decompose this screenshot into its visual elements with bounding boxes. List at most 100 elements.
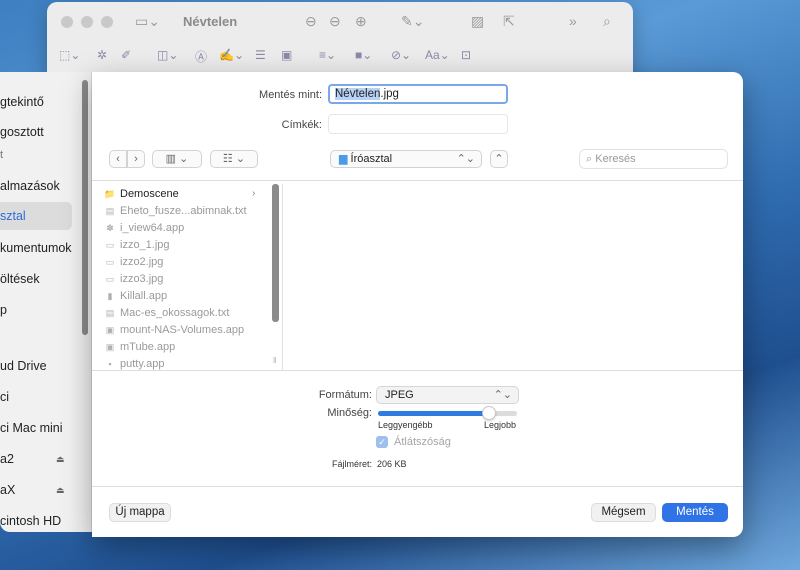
- file-icon: ▭: [105, 240, 115, 250]
- file-list-scrollbar[interactable]: [272, 184, 279, 322]
- file-row: ✽ i_view64.app: [104, 220, 184, 237]
- markup-pen-icon[interactable]: ✎⌄: [401, 13, 424, 30]
- close-window-button[interactable]: [61, 16, 73, 28]
- adjust-color-icon[interactable]: ☰: [255, 48, 266, 62]
- zoom-in-icon[interactable]: ⊕: [355, 13, 367, 30]
- zoom-window-button[interactable]: [101, 16, 113, 28]
- markup-toolbar: ⬚⌄ ✲ ✐ ◫⌄ Ⓐ ✍⌄ ☰ ▣ ≡⌄ ■⌄ ⊘⌄ Aa⌄ ⊡: [57, 48, 617, 70]
- adjust-size-icon[interactable]: ▣: [281, 48, 292, 62]
- sidebar-item-desktop[interactable]: sztal: [0, 202, 72, 230]
- file-icon: ▮: [107, 291, 113, 301]
- selection-tool-icon[interactable]: ⬚⌄: [59, 48, 80, 62]
- sidebar-item-downloads[interactable]: öltések: [0, 265, 72, 293]
- sidebar-item-applications[interactable]: almazások: [0, 172, 72, 200]
- file-icon: ▤: [105, 206, 115, 216]
- column-divider: [282, 184, 283, 370]
- quality-slider-fill: [378, 411, 490, 416]
- column-view-button[interactable]: ▥ ⌄: [152, 150, 202, 168]
- file-icon: ✽: [106, 223, 114, 233]
- divider: [92, 180, 743, 181]
- chevron-right-icon: ›: [252, 188, 256, 199]
- sidebar-item-macintosh-hd[interactable]: cintosh HD: [0, 507, 72, 535]
- sidebar-item-app[interactable]: p: [0, 296, 72, 324]
- file-icon: ▣: [105, 342, 115, 352]
- file-row: ▣ mTube.app: [104, 339, 176, 356]
- zoom-fit-icon[interactable]: ⊖: [305, 13, 317, 30]
- note-icon[interactable]: ⊡: [461, 48, 471, 62]
- new-folder-button[interactable]: Új mappa: [109, 503, 171, 522]
- location-label: Íróasztal: [350, 153, 393, 165]
- folder-icon: 📁: [104, 189, 116, 199]
- format-value: JPEG: [385, 389, 414, 401]
- search-icon: ⌕: [586, 153, 593, 165]
- border-color-icon[interactable]: ■⌄: [355, 48, 372, 62]
- file-name: Mac-es_okossagok.txt: [120, 307, 230, 319]
- sketch-icon[interactable]: ✐: [121, 48, 131, 62]
- file-row: ▭ izzo3.jpg: [104, 271, 164, 288]
- divider: [92, 370, 743, 371]
- file-row: ▭ izzo2.jpg: [104, 254, 164, 271]
- filename-selection: Névtelen: [335, 88, 381, 100]
- line-style-icon[interactable]: ≡⌄: [319, 48, 336, 62]
- text-style-icon[interactable]: Aa⌄: [425, 48, 450, 62]
- sidebar-item-shared[interactable]: gosztott: [0, 118, 72, 146]
- save-panel-sidebar: gtekintő gosztott t almazások sztal kume…: [0, 72, 92, 532]
- file-icon: ▭: [105, 274, 115, 284]
- group-view-button[interactable]: ☷ ⌄: [210, 150, 258, 168]
- location-popup[interactable]: ▆ Íróasztal ⌃⌄: [330, 150, 482, 168]
- search-icon[interactable]: ⌕: [603, 13, 611, 30]
- file-name: i_view64.app: [120, 222, 185, 234]
- chevron-updown-icon: ⌃⌄: [493, 389, 512, 401]
- save-as-input[interactable]: Névtelen.jpg: [328, 84, 508, 104]
- minimize-window-button[interactable]: [81, 16, 93, 28]
- sidebar-toggle-icon[interactable]: ▭⌄: [135, 13, 160, 30]
- file-icon: ▣: [105, 325, 115, 335]
- sidebar-item-mac-mini[interactable]: ci Mac mini: [0, 414, 72, 442]
- sidebar-item-location-1[interactable]: ci: [0, 383, 72, 411]
- quality-slider-knob[interactable]: [482, 406, 497, 420]
- alpha-checkbox[interactable]: ✓: [376, 436, 388, 448]
- zoom-out-icon[interactable]: ⊖: [329, 13, 341, 30]
- save-dialog: Mentés mint: Névtelen.jpg Címkék: ‹ › ▥ …: [92, 72, 743, 537]
- eject-icon[interactable]: ⏏: [56, 454, 65, 465]
- text-tool-icon[interactable]: Ⓐ: [195, 48, 207, 65]
- tags-input[interactable]: [328, 114, 508, 134]
- chevron-updown-icon: ⌃⌄: [456, 153, 475, 165]
- instant-alpha-icon[interactable]: ✲: [97, 48, 107, 62]
- file-name: mount-NAS-Volumes.app: [120, 324, 245, 336]
- file-name: izzo3.jpg: [120, 273, 164, 285]
- sidebar-item-recents[interactable]: gtekintő: [0, 88, 72, 116]
- file-row[interactable]: 📁 Demoscene: [104, 186, 179, 203]
- share-icon[interactable]: ⇱: [503, 13, 515, 30]
- filename-extension: .jpg: [380, 88, 399, 100]
- file-row: ▪ putty.app: [104, 356, 164, 370]
- more-chevron-icon[interactable]: »: [569, 13, 577, 29]
- file-name: izzo_1.jpg: [120, 239, 170, 251]
- sidebar-item-icloud-drive[interactable]: ud Drive: [0, 352, 72, 380]
- search-input[interactable]: ⌕ Keresés: [579, 149, 728, 169]
- nav-forward-button[interactable]: ›: [127, 150, 145, 168]
- image-icon[interactable]: ▨: [471, 13, 484, 30]
- signature-icon[interactable]: ✍⌄: [219, 48, 244, 62]
- quality-slider[interactable]: [378, 406, 517, 420]
- sidebar-item-documents[interactable]: kumentumok: [0, 234, 72, 262]
- cancel-button[interactable]: Mégsem: [591, 503, 656, 522]
- eject-icon[interactable]: ⏏: [56, 485, 65, 496]
- folder-icon: ▆: [339, 153, 348, 165]
- format-popup[interactable]: JPEG ⌃⌄: [376, 386, 519, 404]
- quality-min-label: Leggyengébb: [378, 420, 433, 430]
- filesize-value: 206 KB: [377, 459, 407, 469]
- fill-color-icon[interactable]: ⊘⌄: [391, 48, 411, 62]
- column-resize-handle[interactable]: ‖: [273, 356, 276, 365]
- shapes-icon[interactable]: ◫⌄: [157, 48, 178, 62]
- divider: [92, 486, 743, 487]
- collapse-panel-button[interactable]: ⌃: [490, 150, 508, 168]
- file-icon: ▭: [105, 257, 115, 267]
- nav-back-button[interactable]: ‹: [109, 150, 127, 168]
- save-button[interactable]: Mentés: [662, 503, 728, 522]
- background-titlebar: ▭⌄ Névtelen ⊖ ⊖ ⊕ ✎⌄ ▨ ⇱ » ⌕: [47, 2, 633, 42]
- search-placeholder: Keresés: [595, 153, 636, 165]
- sidebar-scrollbar[interactable]: [82, 80, 88, 335]
- file-name: Killall.app: [120, 290, 168, 302]
- file-name: Demoscene: [120, 188, 179, 200]
